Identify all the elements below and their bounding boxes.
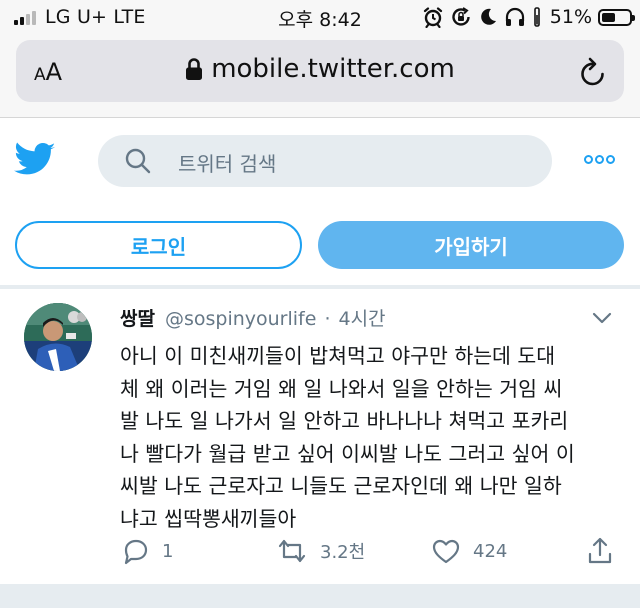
retweet-count: 3.2천 <box>320 542 366 563</box>
battery-icon <box>598 8 635 26</box>
url-display[interactable]: mobile.twitter.com <box>16 54 624 84</box>
moon-icon <box>480 8 496 25</box>
like-count: 424 <box>473 540 508 562</box>
status-bar: LG U+ LTE 오후 8:42 51% <box>0 0 640 34</box>
browser-toolbar: AA mobile.twitter.com <box>0 34 640 118</box>
reply-count: 1 <box>162 540 174 562</box>
tweet-line: 씨발 나도 근로자고 니들도 근로자인데 왜 나만 일하 <box>120 474 562 498</box>
like-button[interactable]: 424 <box>431 534 507 568</box>
retweet-icon <box>278 539 306 563</box>
reply-icon <box>124 539 148 565</box>
avatar-photo <box>24 303 92 371</box>
tweet-line: 나 빨다가 월급 받고 싶어 이씨발 나도 그러고 싶어 이 <box>120 441 575 466</box>
heart-icon <box>432 539 460 564</box>
lock-icon <box>186 58 203 80</box>
status-right: 51% <box>422 5 635 29</box>
alarm-icon <box>423 7 442 28</box>
search-input[interactable]: 트위터 검색 <box>98 135 552 187</box>
tweet-line: 아니 이 미친새끼들이 밥쳐먹고 야구만 하는데 도대 <box>120 344 556 368</box>
rotation-lock-icon <box>452 7 470 26</box>
tweet-header: 쌍딸 @sospinyourlife · 4시간 <box>120 304 386 332</box>
tweet-text: 아니 이 미친새끼들이 밥쳐먹고 야구만 하는데 도대 체 왜 이러는 거임 왜… <box>120 340 626 535</box>
separator-dot: · <box>324 308 331 330</box>
reply-button[interactable]: 1 <box>122 534 173 568</box>
retweet-button[interactable]: 3.2천 <box>276 534 365 568</box>
section-divider <box>0 285 640 289</box>
share-icon <box>588 537 612 564</box>
avatar[interactable] <box>24 303 92 371</box>
login-button[interactable]: 로그인 <box>15 221 302 269</box>
signup-button[interactable]: 가입하기 <box>318 221 624 269</box>
location-icon <box>533 7 540 27</box>
reload-icon[interactable] <box>578 56 608 88</box>
twitter-bird-icon[interactable] <box>14 142 56 178</box>
share-button[interactable] <box>586 534 614 568</box>
battery-level <box>602 12 615 22</box>
tweet-line: 냐고 씹딱뽕새끼들아 <box>120 506 297 531</box>
more-options-icon[interactable] <box>584 155 615 164</box>
feed-separator <box>0 584 640 608</box>
address-bar[interactable]: AA mobile.twitter.com <box>16 40 624 102</box>
twitter-header: 트위터 검색 <box>0 119 640 201</box>
battery-percent: 51% <box>549 6 592 28</box>
tweet-line: 체 왜 이러는 거임 왜 일 나와서 일을 안하는 거임 씨 <box>120 376 563 401</box>
chevron-down-icon[interactable] <box>592 311 612 325</box>
search-icon <box>125 148 151 174</box>
headphones-icon <box>505 7 524 26</box>
url-text: mobile.twitter.com <box>211 54 455 84</box>
display-name[interactable]: 쌍딸 <box>120 304 155 331</box>
tweet-timestamp[interactable]: 4시간 <box>338 304 385 331</box>
tweet-actions: 1 3.2천 424 <box>0 534 640 568</box>
user-handle[interactable]: @sospinyourlife <box>165 308 316 330</box>
tweet-line: 발 나도 일 나가서 일 안하고 바나나나 쳐먹고 포카리 <box>120 409 569 433</box>
search-placeholder: 트위터 검색 <box>178 152 277 176</box>
